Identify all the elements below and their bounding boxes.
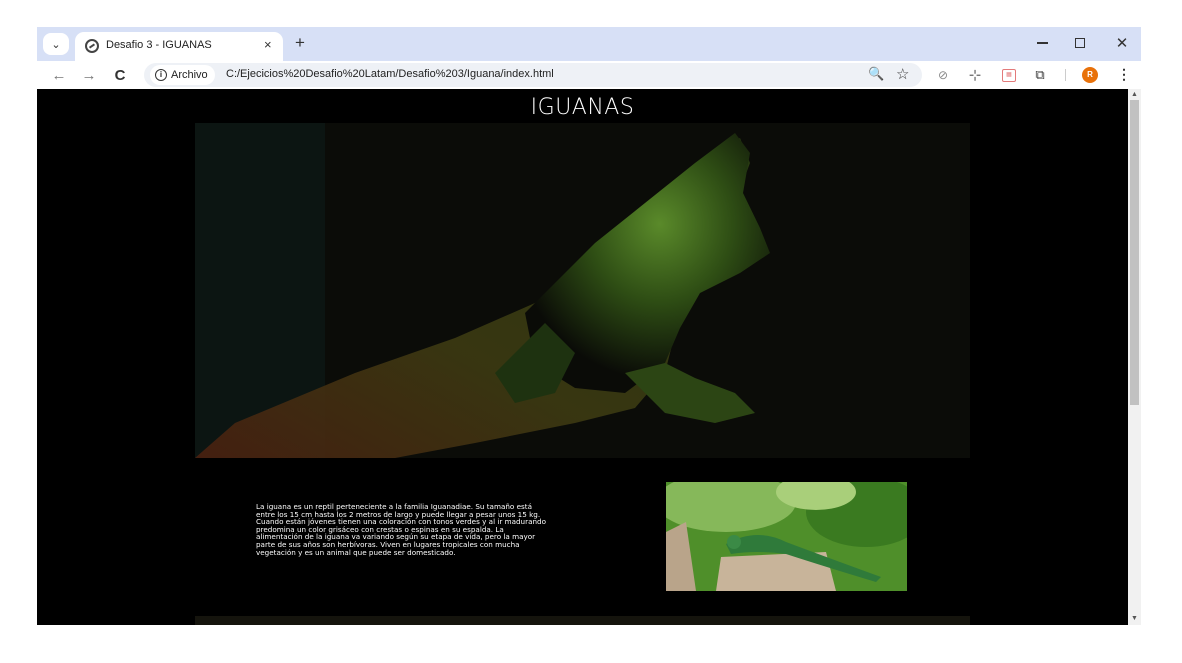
vertical-scrollbar[interactable]: ▲ ▼ (1128, 89, 1141, 625)
extension-crosshair-icon[interactable]: ⊹ (967, 67, 983, 84)
new-tab-button[interactable]: + (295, 33, 305, 53)
extension-compass-icon[interactable]: ⊘ (935, 67, 951, 83)
profile-avatar[interactable]: R (1082, 67, 1098, 83)
scroll-down-arrow-icon[interactable]: ▼ (1131, 615, 1138, 622)
tab-search-button[interactable]: ⌄ (43, 33, 69, 55)
site-info-chip[interactable]: i Archivo (150, 65, 215, 85)
thumbnail-image (666, 482, 907, 591)
tab-active[interactable]: Desafio 3 - IGUANAS × (75, 32, 283, 61)
globe-icon (85, 39, 99, 53)
kebab-menu-icon[interactable]: ⋮ (1117, 66, 1131, 83)
maximize-button[interactable] (1065, 32, 1095, 54)
maximize-icon (1075, 38, 1085, 48)
bookmark-star-icon[interactable]: ☆ (896, 65, 909, 83)
scroll-up-arrow-icon[interactable]: ▲ (1131, 91, 1138, 98)
info-icon: i (155, 69, 167, 81)
close-window-button[interactable]: ✕ (1107, 32, 1137, 54)
minimize-button[interactable] (1027, 32, 1057, 54)
toolbar-divider (1065, 69, 1066, 81)
forward-button[interactable]: → (79, 65, 99, 85)
extension-pdf-icon[interactable]: ▦ (1001, 67, 1017, 83)
tab-title: Desafio 3 - IGUANAS (106, 39, 212, 51)
back-button[interactable]: ← (49, 65, 69, 85)
address-bar[interactable]: i Archivo C:/Ejecicios%20Desafio%20Latam… (144, 63, 922, 87)
browser-window: ⌄ Desafio 3 - IGUANAS × + ✕ ← → C i Arch… (37, 27, 1141, 625)
iguana-photo-illustration (195, 123, 970, 458)
iguana-stump-illustration (666, 482, 907, 591)
chevron-down-icon: ⌄ (51, 38, 61, 51)
extensions-puzzle-icon[interactable]: ⧉ (1032, 67, 1048, 83)
tab-close-button[interactable]: × (264, 37, 272, 53)
zoom-icon[interactable]: 🔍 (868, 66, 884, 82)
description-text: La iguana es un reptil perteneciente a l… (256, 502, 546, 557)
url-text[interactable]: C:/Ejecicios%20Desafio%20Latam/Desafio%2… (226, 68, 554, 80)
minimize-icon (1036, 42, 1048, 44)
tab-strip: ⌄ Desafio 3 - IGUANAS × + ✕ (37, 27, 1141, 61)
page-viewport: IGUANAS La iguana es un reptil perteneci… (37, 89, 1141, 625)
page-title: IGUANAS (530, 95, 635, 120)
scrollbar-thumb[interactable] (1130, 100, 1139, 405)
site-info-label: Archivo (171, 69, 208, 81)
browser-toolbar: ← → C i Archivo C:/Ejecicios%20Desafio%2… (37, 61, 1141, 89)
hero-image (195, 123, 970, 458)
next-section-image (195, 616, 970, 625)
reload-button[interactable]: C (110, 65, 130, 85)
